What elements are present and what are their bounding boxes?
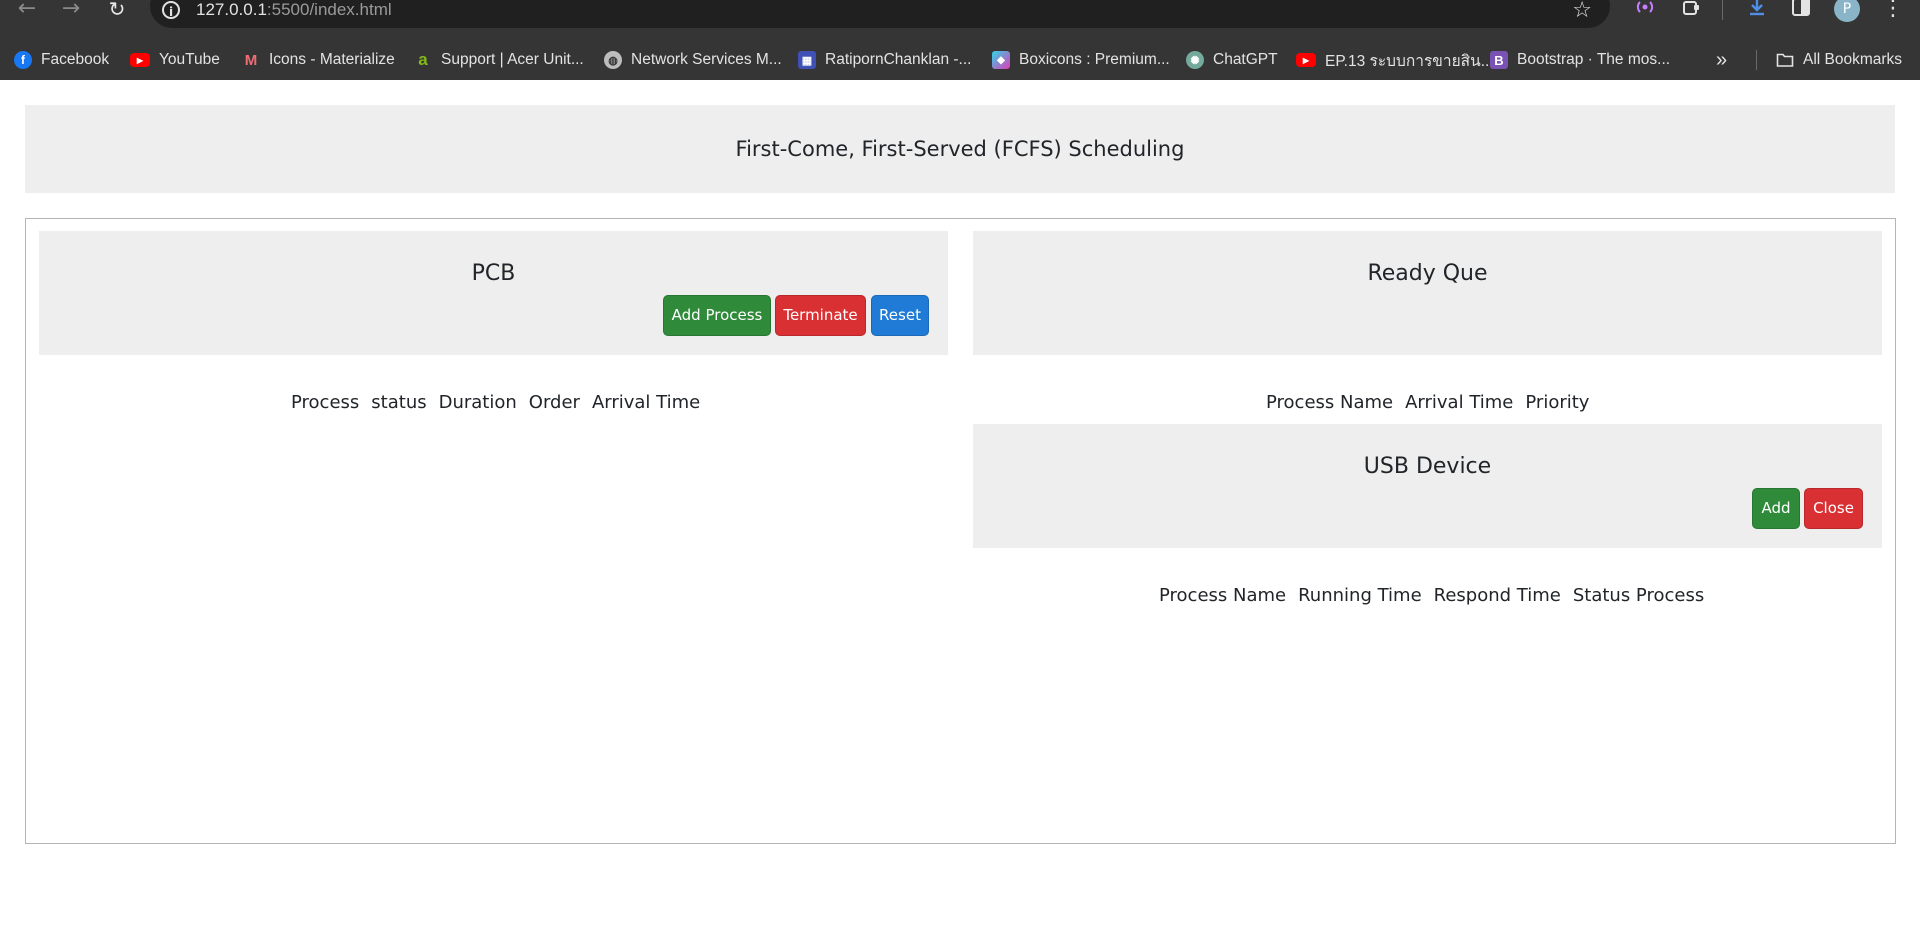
terminate-button[interactable]: Terminate [775, 295, 866, 336]
reload-icon[interactable]: ↻ [104, 0, 130, 22]
side-panel-svg [1792, 0, 1810, 16]
bootstrap-icon: B [1490, 51, 1508, 69]
youtube-icon: ▶ [130, 53, 150, 67]
globe-icon: ◍ [604, 51, 622, 69]
pcb-col-order: Order [528, 392, 580, 413]
pcb-col-process: Process [291, 392, 360, 413]
usb-device-title: USB Device [1363, 454, 1492, 479]
bookmark-facebook[interactable]: f Facebook [14, 40, 109, 80]
bookmark-ep13[interactable]: ▶ EP.13 ระบบการขายสิน... [1296, 40, 1494, 80]
extensions-puzzle-icon[interactable] [1678, 0, 1704, 22]
back-arrow-icon[interactable]: ← [14, 0, 40, 22]
page-header: First-Come, First-Served (FCFS) Scheduli… [25, 105, 1895, 193]
bookmark-chatgpt[interactable]: ✺ ChatGPT [1186, 40, 1278, 80]
bookmark-network-services[interactable]: ◍ Network Services M... [604, 40, 782, 80]
boxicons-icon: ◆ [992, 51, 1010, 69]
bookmark-label: ChatGPT [1213, 51, 1278, 68]
usb-col-respond-time: Respond Time [1433, 585, 1561, 606]
bookmarks-bar: f Facebook ▶ YouTube M Icons - Materiali… [0, 40, 1920, 80]
bookmark-materialize[interactable]: M Icons - Materialize [242, 40, 395, 80]
usb-col-running-time: Running Time [1298, 585, 1422, 606]
bookmark-acer[interactable]: a Support | Acer Unit... [414, 40, 584, 80]
usb-col-status-process: Status Process [1572, 585, 1705, 606]
usb-col-process-name: Process Name [1159, 585, 1287, 606]
add-process-button[interactable]: Add Process [663, 295, 771, 336]
ready-col-priority: Priority [1525, 392, 1590, 413]
bookmark-youtube[interactable]: ▶ YouTube [130, 40, 220, 80]
usb-add-button[interactable]: Add [1752, 488, 1800, 529]
ready-queue-panel: Ready Que [973, 231, 1882, 355]
ready-queue-title: Ready Que [1367, 261, 1488, 286]
bookmark-label: Icons - Materialize [269, 51, 395, 68]
usb-table-header: Process Name Running Time Respond Time S… [1159, 585, 1704, 606]
side-panel-icon[interactable] [1788, 0, 1814, 22]
page-title: First-Come, First-Served (FCFS) Scheduli… [735, 137, 1185, 161]
folder-icon [1776, 51, 1794, 69]
site-icon: ▦ [798, 51, 816, 69]
pcb-col-duration: Duration [438, 392, 517, 413]
youtube-icon: ▶ [1296, 53, 1316, 67]
acer-icon: a [418, 50, 428, 69]
bookmark-label: RatipornChanklan -... [825, 51, 972, 68]
reset-button[interactable]: Reset [871, 295, 929, 336]
materialize-icon: M [244, 51, 258, 69]
browser-menu-icon[interactable]: ⋮ [1880, 0, 1906, 22]
toolbar-divider [1722, 0, 1723, 20]
pcb-table-header: Process status Duration Order Arrival Ti… [291, 392, 700, 413]
bookmark-label: Network Services M... [631, 51, 782, 68]
facebook-icon: f [14, 51, 32, 69]
url-path: :5500/index.html [266, 0, 392, 19]
bookmark-bootstrap[interactable]: B Bootstrap · The mos... [1490, 40, 1670, 80]
extension-broadcast-icon[interactable] [1632, 0, 1658, 22]
bookmark-label: YouTube [159, 51, 220, 68]
all-bookmarks-label: All Bookmarks [1803, 51, 1903, 68]
bookmark-label: Facebook [41, 51, 110, 68]
scheduler-container: PCB Add Process Terminate Reset Process … [25, 218, 1896, 844]
pcb-title: PCB [471, 261, 516, 286]
download-icon[interactable] [1744, 0, 1770, 22]
site-info-icon[interactable]: i [162, 1, 180, 19]
usb-close-button[interactable]: Close [1804, 488, 1863, 529]
bookmark-label: EP.13 ระบบการขายสิน... [1325, 52, 1494, 70]
all-bookmarks[interactable]: All Bookmarks [1776, 40, 1902, 80]
download-svg [1750, 0, 1764, 16]
pcb-col-arrival-time: Arrival Time [591, 392, 701, 413]
ready-col-process-name: Process Name [1266, 392, 1394, 413]
bookmarks-divider [1756, 50, 1757, 70]
puzzle-svg [1683, 1, 1699, 15]
bookmark-label: Support | Acer Unit... [441, 51, 584, 68]
bookmark-star-icon[interactable]: ☆ [1572, 0, 1592, 23]
folder-svg [1776, 53, 1794, 67]
usb-device-panel: USB Device Add Close [973, 424, 1882, 548]
bookmark-boxicons[interactable]: ◆ Boxicons : Premium... [992, 40, 1170, 80]
pcb-col-status: status [371, 392, 427, 413]
address-bar[interactable]: i 127.0.0.1:5500/index.html ☆ [150, 0, 1610, 28]
ready-col-arrival-time: Arrival Time [1405, 392, 1514, 413]
forward-arrow-icon[interactable]: → [58, 0, 84, 22]
bookmark-label: Boxicons : Premium... [1019, 51, 1170, 68]
browser-toolbar: ← → ↻ i 127.0.0.1:5500/index.html ☆ P ⋮ [0, 0, 1920, 40]
url-host: 127.0.0.1 [196, 0, 267, 19]
pcb-panel: PCB Add Process Terminate Reset [39, 231, 948, 355]
chatgpt-icon: ✺ [1186, 51, 1204, 69]
profile-avatar[interactable]: P [1834, 0, 1860, 22]
ready-queue-table-header: Process Name Arrival Time Priority [1266, 392, 1589, 413]
url-text[interactable]: 127.0.0.1:5500/index.html [196, 0, 392, 20]
bookmark-ratiporn[interactable]: ▦ RatipornChanklan -... [798, 40, 971, 80]
more-bookmarks-chevron-icon[interactable]: » [1716, 40, 1727, 80]
bookmark-label: Bootstrap · The mos... [1517, 51, 1671, 68]
broadcast-svg [1636, 1, 1654, 13]
